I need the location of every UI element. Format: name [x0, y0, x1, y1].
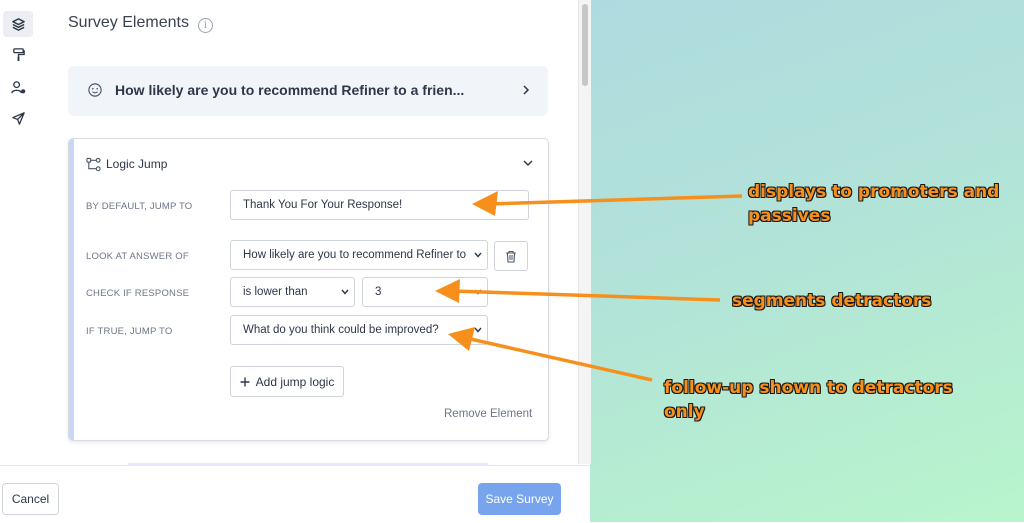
- look-at-answer-value: How likely are you to recommend Refiner …: [243, 249, 467, 261]
- layers-icon[interactable]: [3, 11, 33, 37]
- logic-flow-icon: [86, 157, 101, 172]
- default-jump-label: BY DEFAULT, JUMP TO: [86, 201, 193, 212]
- chevron-down-icon: [474, 327, 482, 333]
- annotation-followup: follow-up shown to detractors only: [664, 376, 953, 424]
- if-true-jump-select[interactable]: What do you think could be improved?: [230, 315, 488, 345]
- background-gradient: [590, 0, 1024, 522]
- if-true-label: IF TRUE, JUMP TO: [86, 326, 173, 337]
- cancel-button[interactable]: Cancel: [2, 483, 59, 515]
- send-icon[interactable]: [3, 105, 33, 131]
- question-title: How likely are you to recommend Refiner …: [115, 82, 465, 98]
- annotation-promoters-line2: passives: [748, 206, 831, 226]
- chevron-down-icon: [474, 252, 482, 258]
- annotation-followup-line2: only: [664, 402, 705, 422]
- page-title: Survey Elements: [68, 14, 189, 31]
- annotation-promoters: displays to promoters and passives: [748, 180, 999, 228]
- smiley-icon: [88, 83, 102, 97]
- response-value-select[interactable]: 3: [362, 277, 488, 307]
- response-value: 3: [375, 286, 382, 298]
- look-at-answer-label: LOOK AT ANSWER OF: [86, 251, 189, 262]
- delete-condition-button[interactable]: [494, 241, 528, 271]
- save-survey-button[interactable]: Save Survey: [478, 483, 561, 515]
- operator-value: is lower than: [243, 286, 308, 298]
- trash-icon: [506, 250, 516, 263]
- annotation-detractors: segments detractors: [732, 291, 932, 311]
- paint-roller-icon[interactable]: [3, 41, 33, 67]
- default-jump-value: Thank You For Your Response!: [243, 199, 403, 211]
- info-icon[interactable]: i: [198, 18, 213, 33]
- add-jump-logic-button[interactable]: Add jump logic: [230, 366, 344, 397]
- chevron-right-icon[interactable]: [522, 84, 530, 96]
- sidebar: [0, 0, 40, 522]
- card-accent-bar: [69, 139, 74, 440]
- annotation-promoters-line1: displays to promoters and: [748, 182, 1000, 202]
- check-response-label: CHECK IF RESPONSE: [86, 288, 190, 299]
- chevron-down-icon[interactable]: [523, 160, 533, 167]
- add-jump-logic-label: Add jump logic: [255, 374, 335, 389]
- default-jump-field[interactable]: Thank You For Your Response!: [230, 190, 529, 220]
- if-true-jump-value: What do you think could be improved?: [243, 324, 439, 336]
- operator-select[interactable]: is lower than: [230, 277, 355, 307]
- logic-jump-card: Logic Jump BY DEFAULT, JUMP TO Thank You…: [68, 138, 549, 441]
- scrollbar[interactable]: [578, 0, 591, 464]
- user-settings-icon[interactable]: [3, 74, 33, 100]
- chevron-down-icon: [474, 289, 482, 295]
- plus-icon: [240, 377, 250, 386]
- annotation-followup-line1: follow-up shown to detractors: [664, 378, 953, 398]
- logic-jump-title: Logic Jump: [106, 157, 168, 171]
- look-at-answer-select[interactable]: How likely are you to recommend Refiner …: [230, 240, 488, 270]
- scrollbar-thumb[interactable]: [582, 4, 588, 86]
- chevron-down-icon: [341, 289, 349, 295]
- question-card[interactable]: How likely are you to recommend Refiner …: [68, 66, 548, 116]
- remove-element-link[interactable]: Remove Element: [444, 408, 532, 420]
